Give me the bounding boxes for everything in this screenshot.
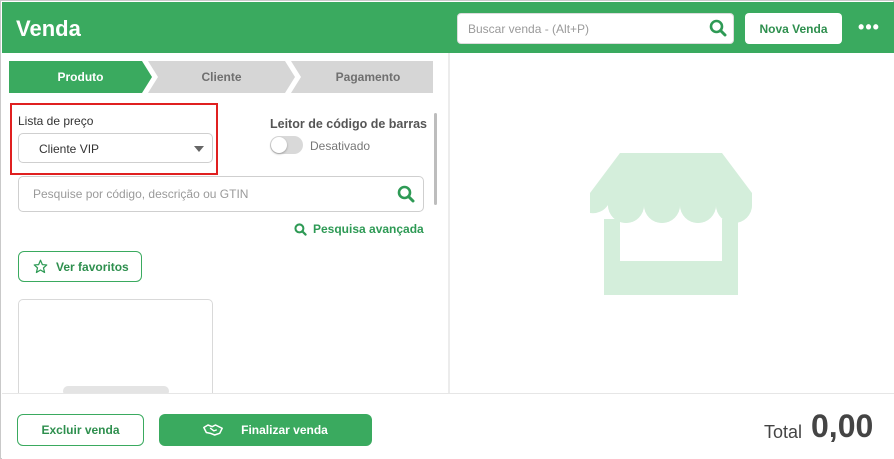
step-label: Cliente bbox=[201, 70, 242, 84]
app-window: Venda Nova Venda ••• Produto Cliente Pag… bbox=[0, 0, 894, 459]
product-search[interactable] bbox=[18, 176, 424, 212]
more-icon[interactable]: ••• bbox=[854, 16, 884, 40]
step-label: Pagamento bbox=[335, 70, 401, 84]
total-value: 0,00 bbox=[811, 408, 874, 444]
delete-sale-button[interactable]: Excluir venda bbox=[17, 414, 144, 446]
step-pagamento[interactable]: Pagamento bbox=[291, 61, 433, 93]
page-title: Venda bbox=[16, 16, 81, 41]
search-icon[interactable] bbox=[397, 185, 415, 203]
sale-search-input[interactable] bbox=[468, 14, 698, 43]
product-panel: Produto Cliente Pagamento Lista de preço… bbox=[2, 53, 448, 393]
product-card[interactable] bbox=[18, 299, 213, 393]
product-search-input[interactable] bbox=[33, 177, 393, 211]
checkout-steps: Produto Cliente Pagamento bbox=[9, 61, 433, 93]
advanced-search-link[interactable]: Pesquisa avançada bbox=[294, 221, 424, 237]
price-list-value: Cliente VIP bbox=[39, 142, 100, 156]
advanced-search-label: Pesquisa avançada bbox=[313, 222, 424, 236]
step-cliente[interactable]: Cliente bbox=[148, 61, 295, 93]
footer-bar: Excluir venda Finalizar venda Total 0,00 bbox=[2, 393, 894, 459]
cart-panel bbox=[450, 53, 894, 393]
star-icon bbox=[33, 259, 48, 274]
favorites-label: Ver favoritos bbox=[56, 259, 129, 274]
total-label: Total bbox=[764, 422, 803, 442]
store-icon bbox=[590, 153, 752, 295]
finish-sale-button[interactable]: Finalizar venda bbox=[159, 414, 372, 446]
product-card-placeholder bbox=[63, 386, 169, 393]
barcode-reader-toggle[interactable] bbox=[270, 136, 303, 154]
sale-search[interactable] bbox=[457, 13, 734, 44]
price-list-label: Lista de preço bbox=[18, 114, 94, 128]
caret-down-icon bbox=[194, 146, 204, 152]
new-sale-button[interactable]: Nova Venda bbox=[745, 13, 842, 44]
search-icon bbox=[294, 222, 307, 236]
barcode-reader-state: Desativado bbox=[310, 139, 371, 153]
search-icon[interactable] bbox=[709, 19, 727, 37]
step-produto[interactable]: Produto bbox=[9, 61, 152, 93]
panel-scrollbar[interactable] bbox=[434, 113, 437, 205]
top-bar: Venda Nova Venda ••• bbox=[2, 2, 894, 53]
finish-sale-label: Finalizar venda bbox=[241, 423, 328, 437]
handshake-icon bbox=[203, 424, 224, 436]
barcode-reader-label: Leitor de código de barras bbox=[270, 117, 427, 131]
favorites-button[interactable]: Ver favoritos bbox=[18, 251, 142, 282]
price-list-select[interactable]: Cliente VIP bbox=[18, 133, 213, 163]
step-label: Produto bbox=[57, 70, 104, 84]
toggle-knob bbox=[271, 137, 287, 153]
